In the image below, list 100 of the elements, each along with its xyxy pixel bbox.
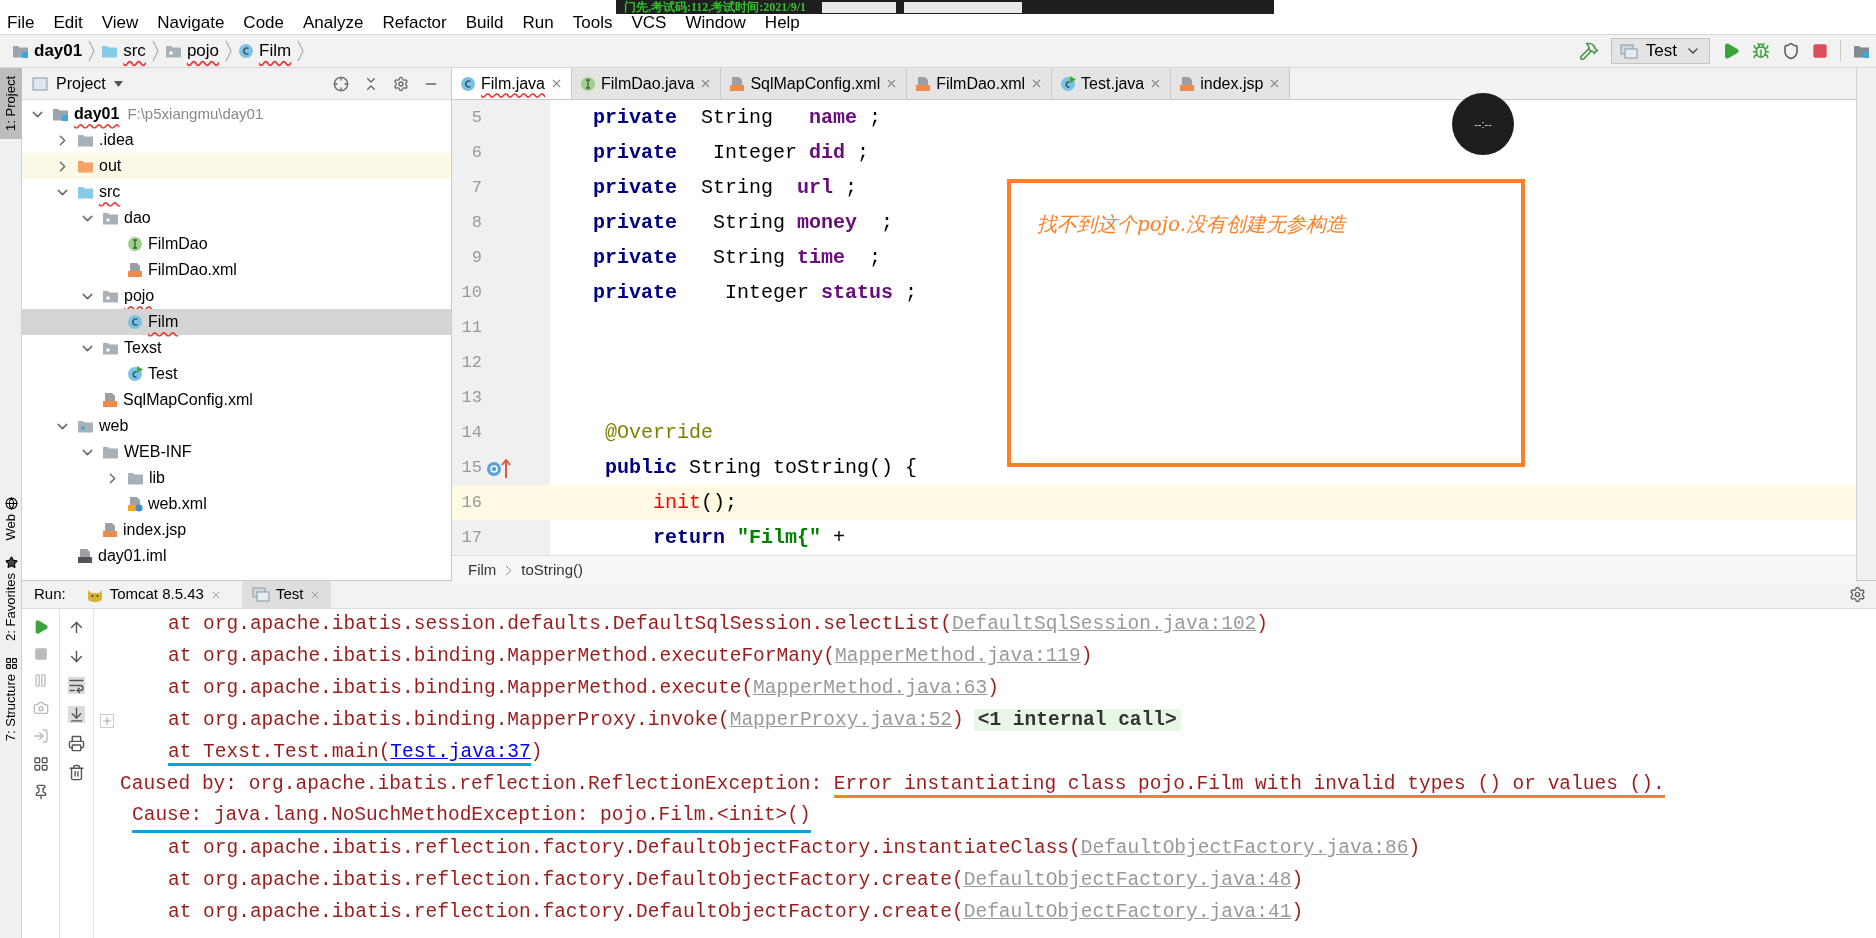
module-file-icon — [77, 548, 93, 564]
menu-item[interactable]: Build — [465, 14, 504, 32]
xml-file-icon — [102, 392, 118, 408]
xml-file-icon — [127, 262, 143, 278]
coverage-icon[interactable] — [1782, 42, 1800, 60]
editor-tab[interactable]: Film.java — [452, 68, 572, 99]
code-line: private Integer did ; — [593, 139, 870, 166]
banner-button[interactable] — [904, 1, 1022, 13]
layout-icon[interactable] — [32, 756, 49, 772]
editor-tab[interactable]: SqlMapConfig.xml — [721, 68, 908, 99]
build-hammer-icon[interactable] — [1578, 41, 1599, 61]
run-config-dropdown[interactable]: Test — [1610, 38, 1710, 64]
menu-item[interactable]: Help — [764, 14, 800, 32]
tree-item[interactable]: .idea — [22, 127, 451, 153]
tree-label: FilmDao.xml — [148, 260, 237, 280]
line-number: 10 — [460, 281, 482, 304]
chevron-separator-icon — [88, 40, 96, 62]
soft-wrap-icon[interactable] — [68, 677, 85, 694]
run-tab[interactable]: Tomcat 8.5.43 — [75, 580, 232, 609]
tree-label: dao — [124, 208, 151, 228]
note-text: 找不到这个pojo.没有创建无参构造 — [1037, 211, 1348, 238]
tree-item[interactable]: FilmDao.xml — [22, 257, 451, 283]
tree-label: day01 — [74, 104, 120, 124]
xml-file-icon — [729, 75, 746, 92]
debug-bug-icon[interactable] — [1752, 42, 1770, 60]
settings-icon[interactable] — [393, 75, 409, 92]
tree-item[interactable]: web.xml — [22, 491, 451, 517]
up-arrow-icon[interactable] — [68, 619, 85, 636]
breadcrumb-item[interactable]: toString() — [521, 559, 583, 582]
editor-tab[interactable]: FilmDao.xml — [907, 68, 1053, 99]
tree-label: WEB-INF — [124, 442, 192, 462]
settings-icon[interactable] — [1849, 586, 1866, 603]
menu-item[interactable]: Tools — [572, 14, 613, 32]
menu-item[interactable]: File — [7, 14, 35, 32]
tool-window-button[interactable]: 7: Structure — [0, 649, 22, 750]
locate-crosshair-icon[interactable] — [333, 75, 349, 92]
tree-item[interactable]: day01.iml — [22, 543, 451, 569]
editor-tab[interactable]: Test.java — [1052, 68, 1172, 99]
tree-item[interactable]: pojo — [22, 283, 451, 309]
tree-item[interactable]: WEB-INF — [22, 439, 451, 465]
tree-item[interactable]: index.jsp — [22, 517, 451, 543]
tree-item[interactable]: Film — [22, 309, 451, 335]
file-link[interactable]: Test.java:37 — [390, 741, 531, 767]
tree-item[interactable]: day01 F:\p5xiangmu\day01 — [22, 101, 451, 127]
folder-icon — [101, 43, 119, 59]
breadcrumb-item[interactable]: day01 — [12, 38, 83, 64]
run-icon[interactable] — [1722, 42, 1740, 60]
menu-item[interactable]: Run — [522, 14, 554, 32]
line-number: 7 — [470, 176, 482, 199]
console-line: at org.apache.ibatis.binding.MapperMethod.execute(MapperMethod.java:63) — [168, 676, 999, 702]
menu-item[interactable]: Analyze — [303, 14, 364, 32]
down-arrow-icon[interactable] — [68, 648, 85, 665]
chevron-separator-icon — [225, 40, 232, 62]
breadcrumb-item[interactable]: Film — [238, 38, 292, 64]
stop-icon[interactable] — [1812, 43, 1828, 59]
tree-label: index.jsp — [123, 520, 187, 540]
scroll-to-end-icon[interactable] — [68, 706, 85, 723]
line-number: 14 — [460, 421, 482, 444]
tree-item[interactable]: lib — [22, 465, 451, 491]
globe-icon — [4, 496, 18, 510]
menu-item[interactable]: View — [101, 14, 139, 32]
line-number: 11 — [460, 316, 482, 339]
tool-window-button[interactable]: 1: Project — [0, 68, 22, 139]
tree-item[interactable]: FilmDao — [22, 231, 451, 257]
tree-item[interactable]: out — [22, 153, 451, 179]
breadcrumb-item[interactable]: Film — [468, 559, 497, 582]
web-folder-icon — [77, 418, 94, 434]
module-folder-icon — [12, 43, 29, 59]
window-icon — [251, 587, 270, 602]
breadcrumb-item[interactable]: src — [101, 38, 146, 64]
tool-window-button[interactable]: 2: Favorites — [0, 548, 22, 650]
tree-item[interactable]: dao — [22, 205, 451, 231]
module-folder-icon — [52, 106, 69, 122]
tool-window-button[interactable]: Web — [0, 488, 22, 549]
tree-item[interactable]: src — [22, 179, 451, 205]
tree-item[interactable]: web — [22, 413, 451, 439]
folder-icon — [102, 444, 119, 460]
menu-item[interactable]: VCS — [631, 14, 667, 32]
menu-item[interactable]: Window — [685, 14, 746, 32]
editor-tab[interactable]: FilmDao.java — [572, 68, 722, 99]
print-icon[interactable] — [68, 735, 85, 752]
close-icon[interactable] — [550, 77, 563, 90]
tree-item[interactable]: SqlMapConfig.xml — [22, 387, 451, 413]
tree-item[interactable]: Test — [22, 361, 451, 387]
trash-icon[interactable] — [68, 764, 85, 781]
menu-item[interactable]: Refactor — [382, 14, 447, 32]
breadcrumb-item[interactable]: pojo — [164, 38, 219, 64]
console-line: Caused by: org.apache.ibatis.reflection.ReflectionException: Error instantiating class pojo.Film with invalid types () or values (). — [120, 770, 1665, 800]
menu-item[interactable]: Navigate — [157, 14, 225, 32]
tree-label: web.xml — [148, 494, 207, 514]
project-view-dropdown[interactable]: Project — [32, 71, 123, 96]
code-line: return "Film{" + — [653, 524, 846, 551]
editor-tab[interactable]: index.jsp — [1171, 68, 1291, 99]
menu-item[interactable]: Edit — [53, 14, 83, 32]
run-tab[interactable]: Test — [241, 580, 332, 609]
tree-item[interactable]: Texst — [22, 335, 451, 361]
banner-button[interactable] — [822, 1, 896, 13]
caret-icon — [113, 80, 123, 87]
menu-item[interactable]: Code — [243, 14, 284, 32]
folded-calls[interactable]: <1 internal call> — [973, 709, 1181, 732]
